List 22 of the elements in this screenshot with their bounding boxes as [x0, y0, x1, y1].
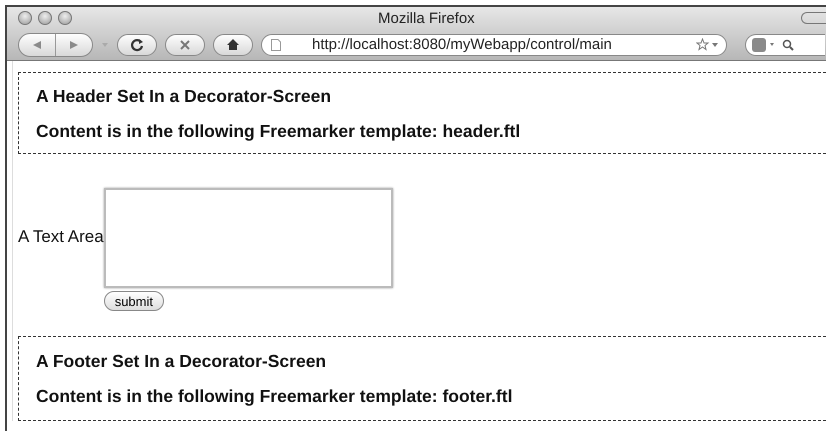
home-icon	[226, 38, 240, 51]
toolbar-toggle-icon[interactable]	[801, 12, 826, 24]
star-icon[interactable]	[696, 38, 720, 51]
footer-text: Content is in the following Freemarker template: footer.ftl	[36, 385, 514, 407]
submit-button[interactable]: submit	[104, 291, 164, 311]
window-title: Mozilla Firefox	[378, 10, 475, 26]
reload-icon	[130, 38, 144, 52]
home-button[interactable]	[213, 34, 253, 56]
left-arrow-icon	[31, 40, 43, 50]
right-arrow-icon	[68, 40, 80, 50]
address-bar[interactable]: http://localhost:8080/myWebapp/control/main	[261, 34, 727, 56]
page-icon	[270, 38, 282, 52]
text-area-field[interactable]	[104, 188, 393, 288]
stop-button[interactable]	[165, 34, 205, 56]
footer-text: A Footer Set In a Decorator-Screen	[36, 350, 328, 372]
header-text: Content is in the following Freemarker template: header.ftl	[36, 120, 522, 142]
back-forward-control[interactable]	[18, 32, 93, 56]
text-area-label: A Text Area	[18, 226, 104, 248]
reload-button[interactable]	[117, 34, 157, 56]
header-text: A Header Set In a Decorator-Screen	[36, 85, 332, 107]
search-icon[interactable]	[782, 38, 794, 50]
search-field[interactable]	[745, 34, 825, 56]
